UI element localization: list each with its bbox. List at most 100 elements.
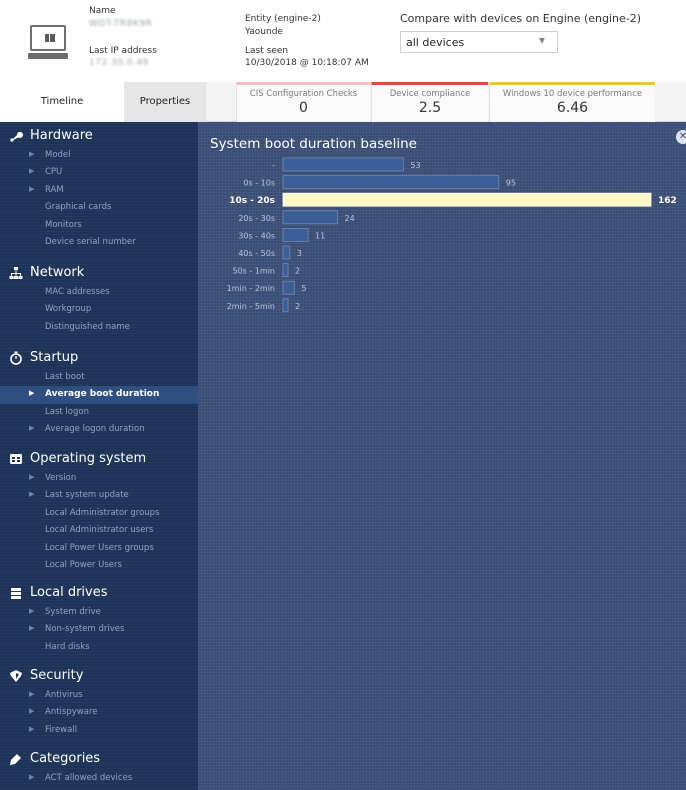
last-ip-label: Last IP address <box>89 46 157 56</box>
chevron-down-icon: ▼ <box>538 36 545 45</box>
sidebar-item-last-logon[interactable]: Last logon <box>0 404 198 421</box>
sidebar-item-mac-addresses[interactable]: MAC addresses <box>0 284 198 301</box>
sidebar-item-act-allowed-devices[interactable]: ▶ ACT allowed devices <box>0 770 198 787</box>
sidebar-item-system-drive[interactable]: ▶ System drive <box>0 604 198 621</box>
sidebar-item-local-power-users-groups[interactable]: Local Power Users groups <box>0 540 198 557</box>
entity-label: Entity (engine-2) <box>245 14 321 24</box>
sidebar-item-version[interactable]: ▶ Version <box>0 470 198 487</box>
name-label: Name <box>89 6 116 16</box>
bar[interactable] <box>282 192 652 207</box>
chevron-right-icon: ▶ <box>29 690 35 698</box>
last-seen-label: Last seen <box>245 46 289 56</box>
score-value: 0 <box>299 100 308 116</box>
compare-dropdown-value: all devices <box>406 36 465 49</box>
score-tab-cis[interactable]: CIS Configuration Checks 0 <box>236 82 370 122</box>
sidebar-section-local-drives: Local drives ▶ System drive ▶ Non-system d… <box>0 582 198 656</box>
sidebar-item-cpu[interactable]: ▶ CPU <box>0 164 198 181</box>
sidebar-item-device-serial-number[interactable]: Device serial number <box>0 234 198 251</box>
score-title: Device compliance <box>389 89 471 99</box>
sidebar-item-last-boot[interactable]: Last boot <box>0 369 198 386</box>
sidebar-section-network: Network MAC addresses Workgroup Distingu… <box>0 262 198 336</box>
sidebar-section-hardware: Hardware ▶ Model ▶ CPU ▶ RAM Graphical card… <box>0 125 198 251</box>
chevron-right-icon: ▶ <box>29 773 35 781</box>
sidebar-item-local-power-users[interactable]: Local Power Users <box>0 557 198 574</box>
tab-properties[interactable]: Properties <box>124 82 206 122</box>
chart-panel: System boot duration baseline ✕ -53 0s - … <box>198 122 686 790</box>
chevron-right-icon: ▶ <box>29 473 35 481</box>
chevron-right-icon: ▶ <box>29 724 35 733</box>
category-label: 20s - 30s <box>238 214 275 223</box>
bar-value-label: 2 <box>295 302 300 311</box>
device-header: Name WDT-TR8K9R Last IP address 172.30.0… <box>0 0 686 82</box>
sidebar-item-average-logon-duration[interactable]: ▶ Average logon duration <box>0 421 198 438</box>
sidebar-section-categories: Categories ▶ ACT allowed devices <box>0 748 198 787</box>
section-title[interactable]: Startup <box>0 347 198 369</box>
score-tab-performance[interactable]: Windows 10 device performance 6.46 <box>489 82 655 122</box>
sidebar-item-distinguished-name[interactable]: Distinguished name <box>0 319 198 336</box>
shield-icon <box>8 669 24 685</box>
bar-value-label: 95 <box>506 179 516 188</box>
section-title[interactable]: Categories <box>0 748 198 770</box>
bar[interactable] <box>282 263 289 278</box>
score-title: Windows 10 device performance <box>502 89 643 99</box>
category-label: 1min - 2min <box>227 284 275 293</box>
section-title[interactable]: Network <box>0 262 198 284</box>
entity-value: Yaounde <box>245 27 283 37</box>
sidebar-item-workgroup[interactable]: Workgroup <box>0 301 198 318</box>
sidebar-item-hard-disks[interactable]: Hard disks <box>0 639 198 656</box>
bar-value-label: 53 <box>410 161 420 170</box>
sidebar-item-antispyware[interactable]: ▶ Antispyware <box>0 704 198 721</box>
category-label: 30s - 40s <box>238 231 275 240</box>
sidebar-item-model[interactable]: ▶ Model <box>0 147 198 164</box>
bar-value-label: 3 <box>297 249 302 258</box>
section-title[interactable]: Security <box>0 665 198 687</box>
sidebar-item-graphical-cards[interactable]: Graphical cards <box>0 199 198 216</box>
bar[interactable] <box>282 280 295 295</box>
score-title: CIS Configuration Checks <box>249 89 358 99</box>
sidebar-item-non-system-drives[interactable]: ▶ Non-system drives <box>0 621 198 638</box>
sidebar-item-ram[interactable]: ▶ RAM <box>0 182 198 199</box>
bar[interactable] <box>282 245 291 260</box>
section-title[interactable]: Hardware <box>0 125 198 147</box>
chevron-right-icon: ▶ <box>29 707 35 716</box>
chevron-right-icon: ▶ <box>29 624 35 633</box>
sidebar-item-average-boot-duration[interactable]: ▶ Average boot duration <box>0 386 198 404</box>
compare-dropdown[interactable]: all devices ▼ <box>400 31 558 53</box>
sidebar-item-local-administrator-groups[interactable]: Local Administrator groups <box>0 505 198 522</box>
sidebar-item-antivirus[interactable]: ▶ Antivirus <box>0 687 198 704</box>
bar-value-label: 2 <box>295 267 300 276</box>
section-title[interactable]: Operating system <box>0 448 198 470</box>
bar[interactable] <box>282 210 338 225</box>
category-label: - <box>272 161 275 170</box>
bar[interactable] <box>282 298 289 313</box>
sidebar-item-last-system-update[interactable]: ▶ Last system update <box>0 487 198 504</box>
compare-label: Compare with devices on Engine (engine-2… <box>400 12 642 25</box>
sidebar-section-operating-system: Operating system ▶ Version ▶ Last system u… <box>0 448 198 574</box>
category-label: 10s - 20s <box>229 196 275 206</box>
section-title[interactable]: Local drives <box>0 582 198 604</box>
sidebar-item-local-administrator-users[interactable]: Local Administrator users <box>0 522 198 539</box>
bar[interactable] <box>282 157 404 172</box>
score-tab-compliance[interactable]: Device compliance 2.5 <box>371 82 488 122</box>
wrench-icon <box>8 129 24 145</box>
chevron-right-icon: ▶ <box>29 607 35 615</box>
bar[interactable] <box>282 228 309 242</box>
network-icon <box>8 266 24 282</box>
last-seen-value: 10/30/2018 @ 10:18:07 AM <box>245 58 369 68</box>
chevron-right-icon: ▶ <box>29 424 35 433</box>
sidebar-section-security: Security ▶ Antivirus ▶ Antispyware ▶ Firewa… <box>0 665 198 739</box>
tab-timeline[interactable]: Timeline <box>0 82 124 122</box>
chevron-right-icon: ▶ <box>29 389 35 398</box>
bar[interactable] <box>282 175 500 189</box>
category-label: 50s - 1min <box>233 267 276 276</box>
category-label: 2min - 5min <box>227 302 275 311</box>
chevron-right-icon: ▶ <box>29 150 35 158</box>
device-name-value: WDT-TR8K9R <box>89 19 153 29</box>
drive-icon <box>8 586 24 602</box>
sidebar-item-monitors[interactable]: Monitors <box>0 217 198 234</box>
chevron-right-icon: ▶ <box>29 490 35 499</box>
chevron-right-icon: ▶ <box>29 167 35 176</box>
sidebar-item-firewall[interactable]: ▶ Firewall <box>0 722 198 739</box>
last-ip-value: 172.30.0.49 <box>89 58 149 68</box>
category-label: 40s - 50s <box>238 249 275 258</box>
